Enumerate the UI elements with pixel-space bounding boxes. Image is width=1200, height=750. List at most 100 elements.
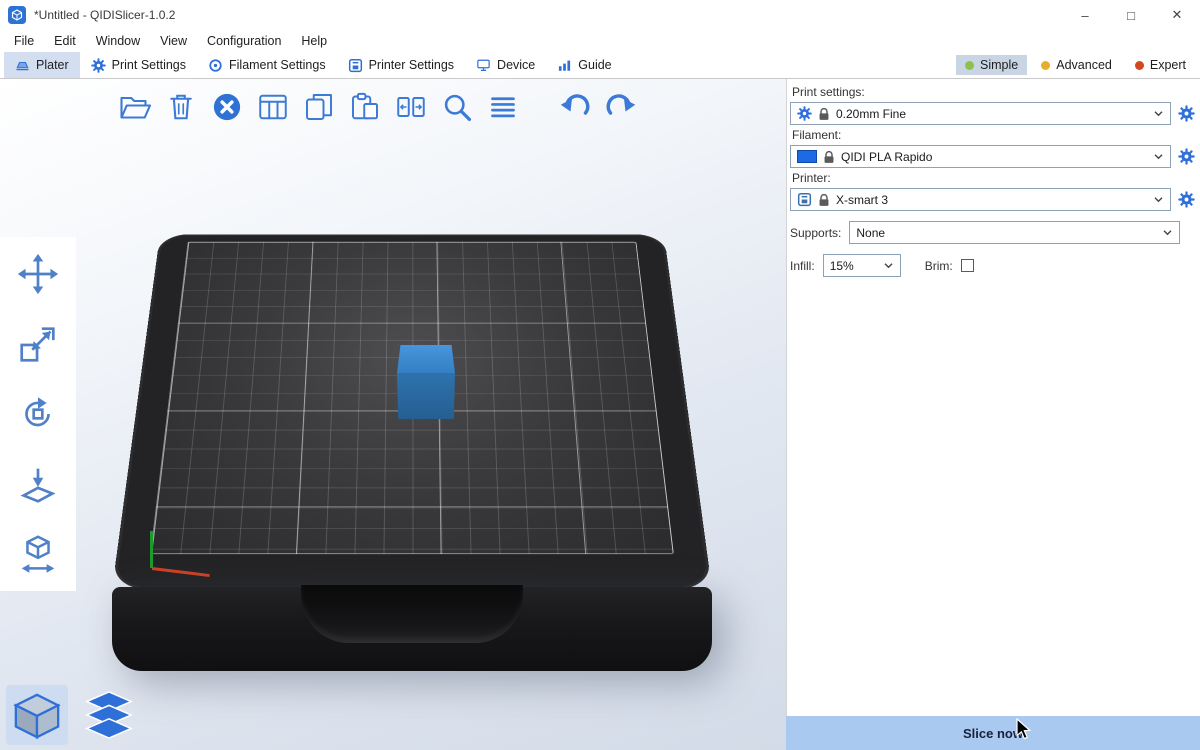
model-cube-front[interactable]	[397, 373, 455, 419]
menu-help[interactable]: Help	[291, 32, 337, 50]
split-objects-button[interactable]	[388, 84, 434, 130]
infill-value: 15%	[830, 259, 854, 273]
redo-button[interactable]	[598, 84, 644, 130]
lock-icon	[823, 150, 835, 164]
move-button[interactable]	[13, 250, 63, 298]
supports-combo[interactable]: None	[849, 221, 1180, 244]
titlebar: *Untitled - QIDISlicer-1.0.2 – □ ✕	[0, 0, 1200, 30]
lock-icon	[818, 193, 830, 207]
edit-filament-button[interactable]	[1176, 147, 1196, 167]
supports-value: None	[856, 226, 885, 240]
menu-file[interactable]: File	[4, 32, 44, 50]
tab-bar: Plater Print Settings Filament Settings …	[0, 52, 1200, 79]
gear-icon	[797, 106, 812, 121]
arrange-button[interactable]	[250, 84, 296, 130]
guide-icon	[557, 58, 572, 73]
device-icon	[476, 58, 491, 73]
printer-icon	[797, 192, 812, 207]
expert-mode-dot-icon	[1135, 61, 1144, 70]
delete-all-button[interactable]	[204, 84, 250, 130]
simple-mode-dot-icon	[965, 61, 974, 70]
minimize-button[interactable]: –	[1062, 0, 1108, 30]
printer-combo[interactable]: X-smart 3	[790, 188, 1171, 211]
printer-bed-3d	[112, 79, 712, 589]
tab-print-settings-label: Print Settings	[112, 58, 186, 72]
copy-icon	[301, 89, 337, 125]
mode-switcher: Simple Advanced Expert	[956, 52, 1200, 78]
trash-icon	[163, 89, 199, 125]
layers-icon	[485, 89, 521, 125]
tab-printer-settings[interactable]: Printer Settings	[337, 52, 465, 78]
brim-checkbox[interactable]	[961, 259, 974, 272]
printer-case-front	[112, 587, 712, 671]
print-settings-combo[interactable]: 0.20mm Fine	[790, 102, 1171, 125]
tab-device-label: Device	[497, 58, 535, 72]
filament-label: Filament:	[792, 128, 1196, 142]
delete-button[interactable]	[158, 84, 204, 130]
cube-view-icon	[11, 690, 63, 740]
place-on-face-icon	[15, 461, 61, 507]
undo-button[interactable]	[552, 84, 598, 130]
tab-plater[interactable]: Plater	[4, 52, 80, 78]
filament-combo[interactable]: QIDI PLA Rapido	[790, 145, 1171, 168]
mirror-icon	[15, 531, 61, 577]
menu-edit[interactable]: Edit	[44, 32, 86, 50]
preview-layers-view-button[interactable]	[78, 685, 140, 745]
rotate-button[interactable]	[13, 390, 63, 438]
window-controls: – □ ✕	[1062, 0, 1200, 30]
undo-icon	[557, 89, 593, 125]
printer-handle	[301, 585, 523, 643]
tab-guide[interactable]: Guide	[546, 52, 622, 78]
viewport-3d[interactable]	[0, 79, 786, 750]
menu-bar: File Edit Window View Configuration Help	[0, 30, 1200, 52]
mirror-button[interactable]	[13, 530, 63, 578]
filament-color-swatch	[797, 150, 817, 163]
maximize-button[interactable]: □	[1108, 0, 1154, 30]
mode-expert[interactable]: Expert	[1126, 55, 1195, 75]
object-manipulation-toolbar	[0, 237, 76, 591]
search-button[interactable]	[434, 84, 480, 130]
tab-device[interactable]: Device	[465, 52, 546, 78]
filament-value: QIDI PLA Rapido	[841, 150, 932, 164]
settings-sidebar: Print settings: 0.20mm Fine Filament: QI…	[786, 79, 1200, 716]
variable-layer-height-button[interactable]	[480, 84, 526, 130]
plater-icon	[15, 58, 30, 73]
print-settings-value: 0.20mm Fine	[836, 107, 906, 121]
menu-window[interactable]: Window	[86, 32, 150, 50]
tab-guide-label: Guide	[578, 58, 611, 72]
chevron-down-icon	[1153, 110, 1164, 117]
scale-button[interactable]	[13, 320, 63, 368]
filament-icon	[208, 58, 223, 73]
copy-button[interactable]	[296, 84, 342, 130]
plater-toolbar	[112, 84, 644, 130]
redo-icon	[603, 89, 639, 125]
advanced-mode-dot-icon	[1041, 61, 1050, 70]
edit-printer-button[interactable]	[1176, 190, 1196, 210]
mouse-cursor	[1016, 718, 1033, 741]
mode-simple[interactable]: Simple	[956, 55, 1027, 75]
tab-filament-settings[interactable]: Filament Settings	[197, 52, 337, 78]
tab-print-settings[interactable]: Print Settings	[80, 52, 197, 78]
editor-3d-view-button[interactable]	[6, 685, 68, 745]
tab-plater-label: Plater	[36, 58, 69, 72]
folder-open-icon	[117, 89, 153, 125]
menu-view[interactable]: View	[150, 32, 197, 50]
edit-print-settings-button[interactable]	[1176, 104, 1196, 124]
close-button[interactable]: ✕	[1154, 0, 1200, 30]
menu-configuration[interactable]: Configuration	[197, 32, 291, 50]
window-title: *Untitled - QIDISlicer-1.0.2	[34, 8, 175, 22]
infill-combo[interactable]: 15%	[823, 254, 901, 277]
slice-now-button[interactable]: Slice now	[786, 716, 1200, 750]
lock-icon	[818, 107, 830, 121]
printer-label: Printer:	[792, 171, 1196, 185]
model-cube-top[interactable]	[397, 345, 455, 373]
mode-expert-label: Expert	[1150, 58, 1186, 72]
mode-advanced[interactable]: Advanced	[1032, 55, 1121, 75]
y-axis-indicator	[150, 531, 153, 568]
scale-icon	[15, 321, 61, 367]
chevron-down-icon	[883, 262, 894, 269]
place-on-face-button[interactable]	[13, 460, 63, 508]
open-project-button[interactable]	[112, 84, 158, 130]
paste-button[interactable]	[342, 84, 388, 130]
mode-simple-label: Simple	[980, 58, 1018, 72]
